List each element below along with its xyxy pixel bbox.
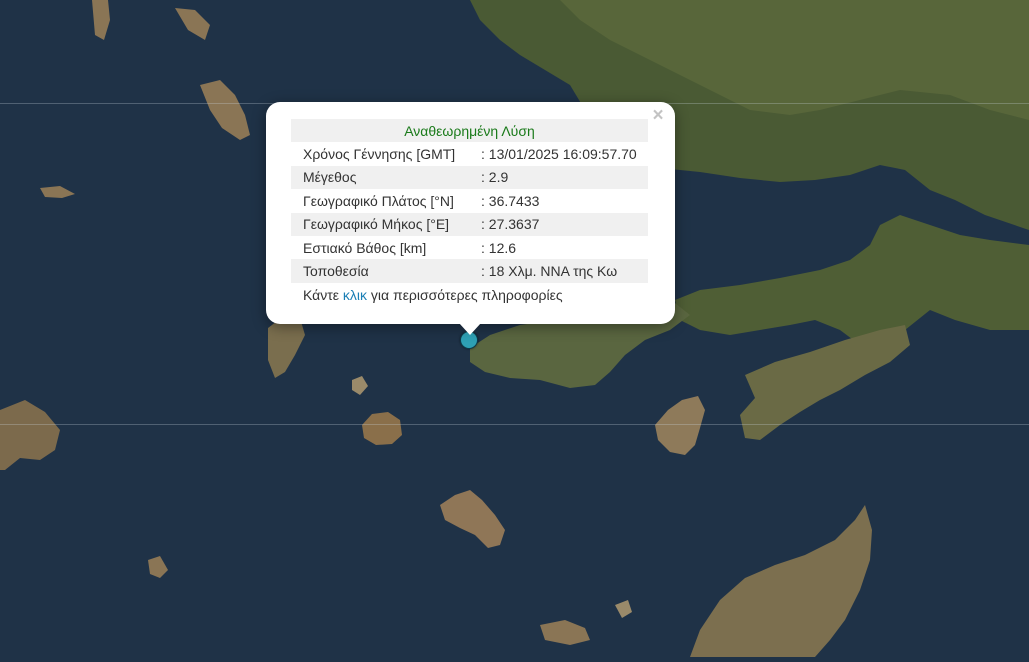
table-row: Τοποθεσία : 18 Χλμ. ΝΝΑ της Κω	[291, 259, 648, 283]
latitude-value: : 36.7433	[481, 192, 540, 209]
more-info-link[interactable]: κλικ	[343, 287, 367, 303]
table-row: Εστιακό Βάθος [km] : 12.6	[291, 236, 648, 259]
close-icon[interactable]: ×	[650, 106, 666, 126]
satellite-map[interactable]	[0, 0, 1029, 657]
depth-label: Εστιακό Βάθος [km]	[303, 239, 427, 256]
solution-heading: Αναθεωρημένη Λύση	[291, 119, 648, 143]
depth-value: : 12.6	[481, 239, 517, 256]
table-row: Γεωγραφικό Μήκος [°E] : 27.3637	[291, 212, 648, 236]
latitude-label: Γεωγραφικό Πλάτος [°N]	[303, 192, 454, 209]
map-terrain	[0, 0, 1029, 657]
magnitude-label: Μέγεθος	[291, 165, 481, 190]
table-row: Μέγεθος : 2.9	[291, 165, 648, 190]
longitude-value: : 27.3637	[481, 212, 648, 236]
table-row: Αναθεωρημένη Λύση	[291, 119, 648, 143]
earthquake-info-popup: × Αναθεωρημένη Λύση Χρόνος Γέννησης [GMT…	[266, 102, 675, 335]
table-row: Γεωγραφικό Πλάτος [°N] : 36.7433	[291, 189, 648, 212]
location-value: : 18 Χλμ. ΝΝΑ της Κω	[481, 259, 648, 283]
more-info-line: Κάντε κλικ για περισσότερες πληροφορίες	[303, 287, 563, 303]
origin-time-label: Χρόνος Γέννησης [GMT]	[303, 146, 456, 163]
magnitude-value: : 2.9	[481, 165, 648, 190]
earthquake-info-table: Αναθεωρημένη Λύση Χρόνος Γέννησης [GMT] …	[291, 119, 648, 283]
location-label: Τοποθεσία	[291, 259, 481, 283]
popup-tip	[459, 323, 481, 335]
more-info-prefix: Κάντε	[303, 287, 343, 303]
table-row: Χρόνος Γέννησης [GMT] : 13/01/2025 16:09…	[291, 142, 648, 165]
more-info-suffix: για περισσότερες πληροφορίες	[367, 287, 563, 303]
longitude-label: Γεωγραφικό Μήκος [°E]	[291, 212, 481, 236]
origin-time-value: : 13/01/2025 16:09:57.70	[481, 146, 637, 163]
graticule-line-lower	[0, 424, 1029, 425]
